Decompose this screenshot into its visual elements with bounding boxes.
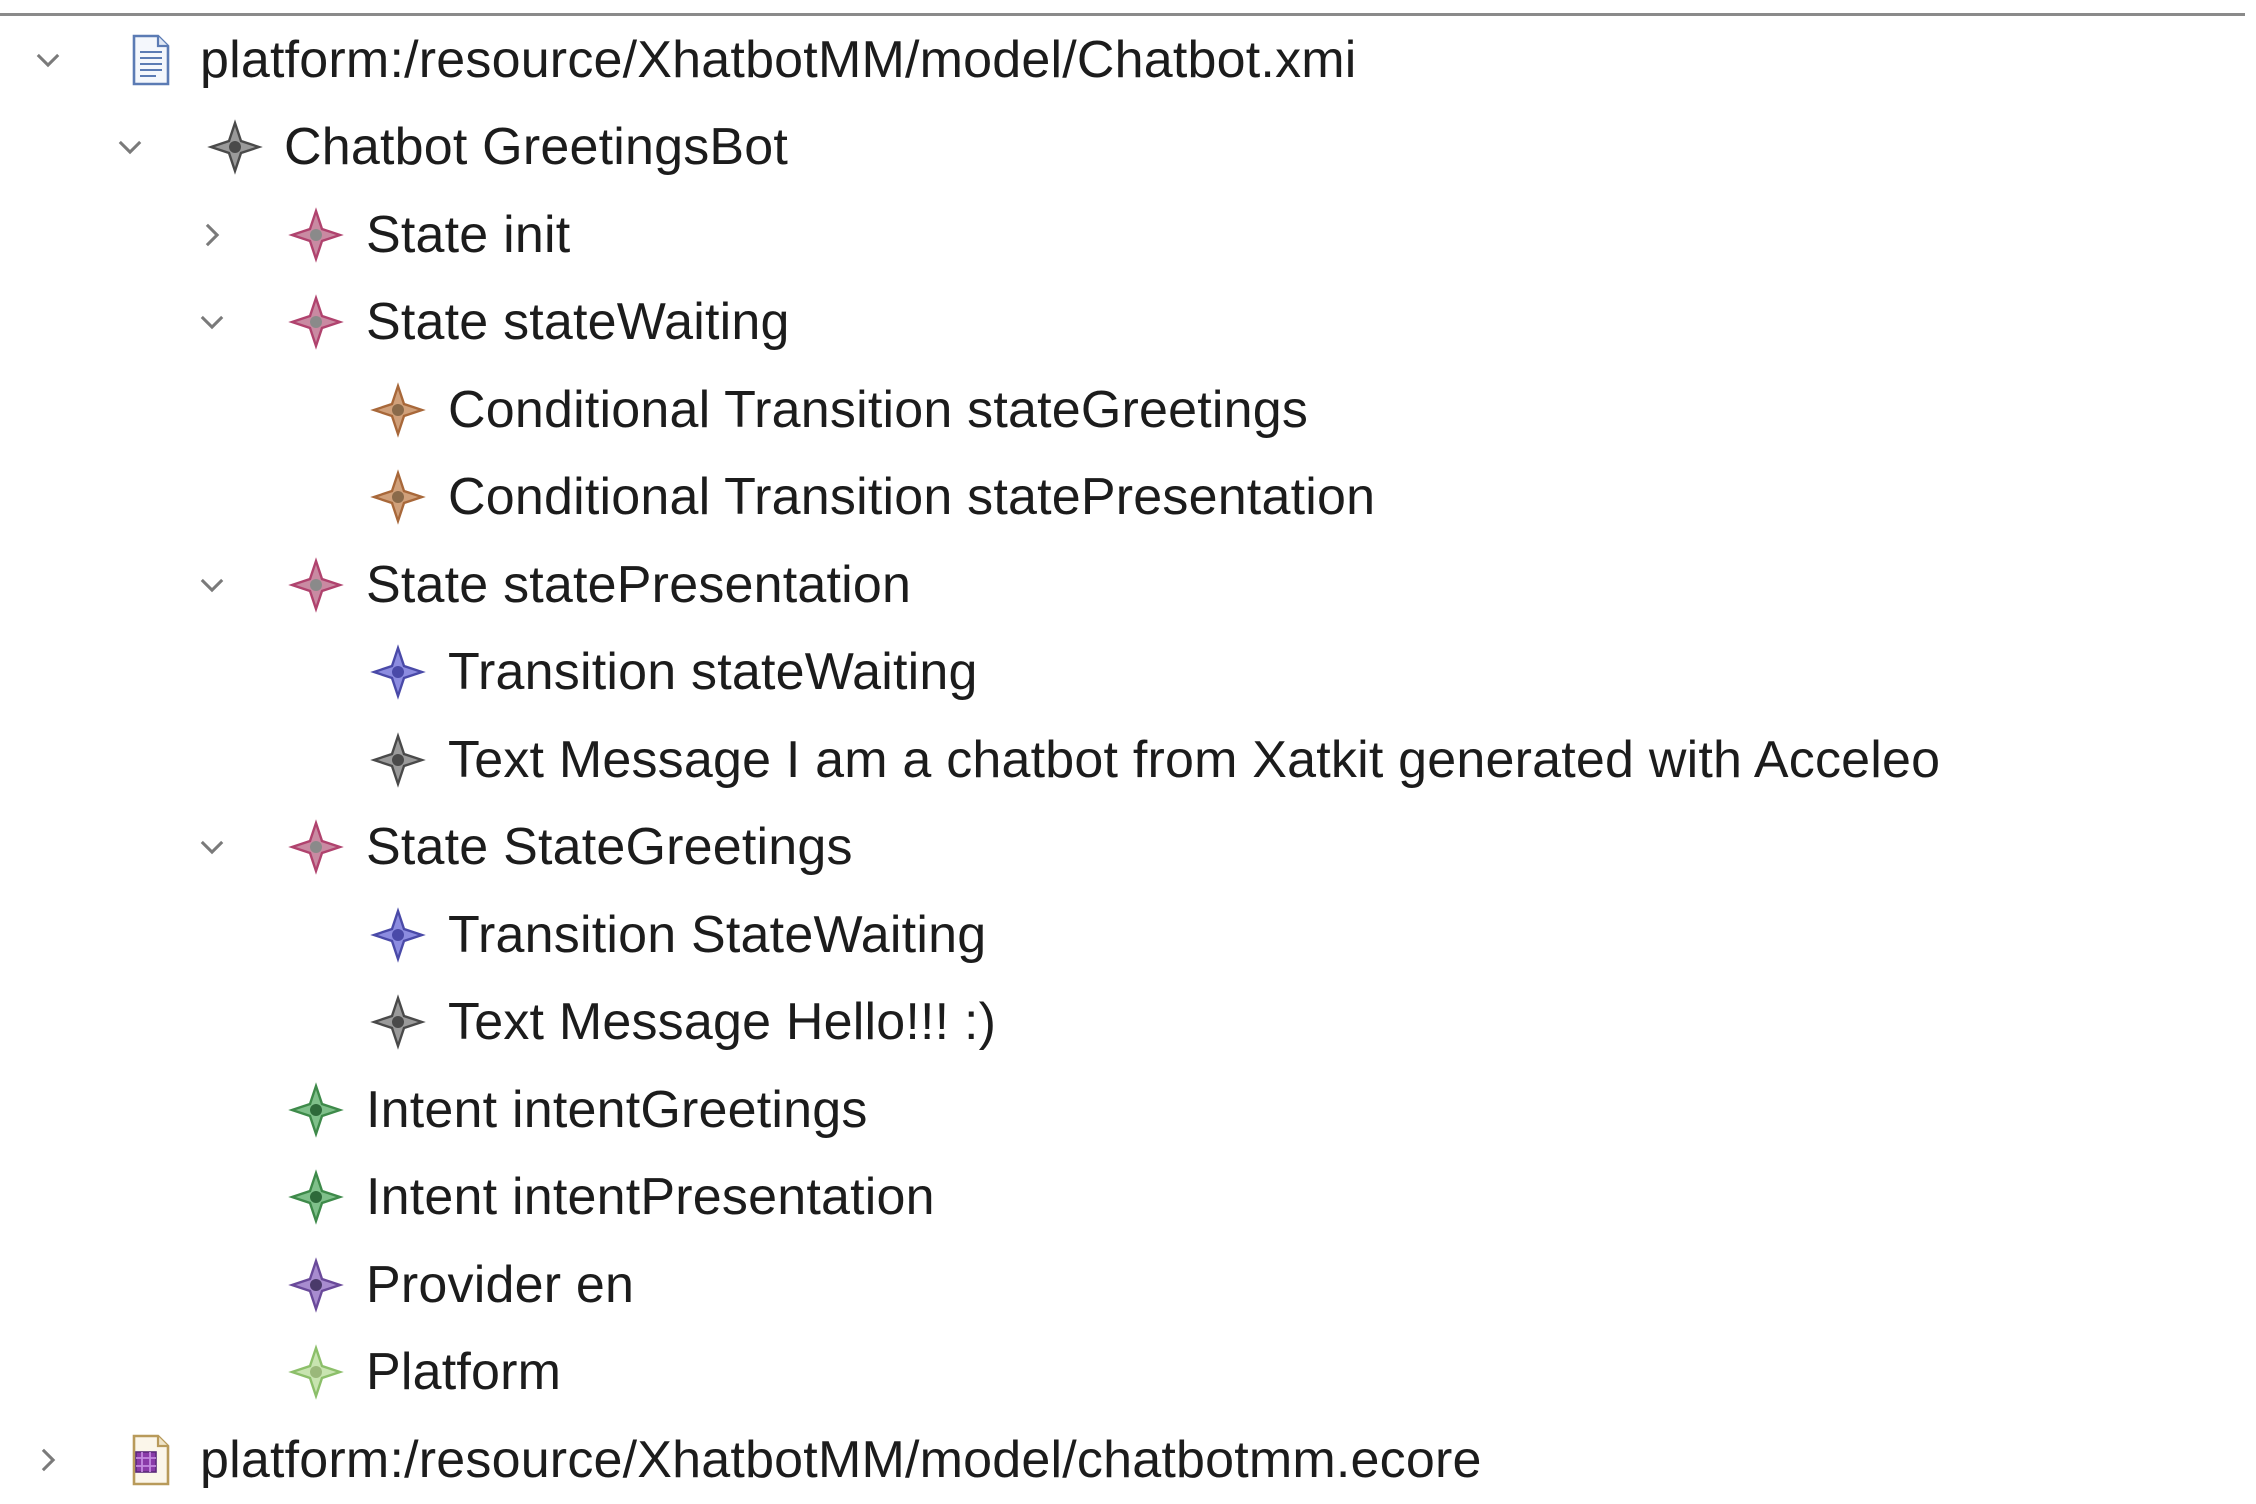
tree-item-label: Conditional Transition statePresentation <box>448 468 1376 527</box>
tree-item-label: Intent intentPresentation <box>366 1168 935 1227</box>
state-node-icon <box>286 292 346 352</box>
chevron-down-icon[interactable] <box>192 302 232 342</box>
transition-icon <box>368 642 428 702</box>
tree-item-label: State StateGreetings <box>366 818 853 877</box>
intent-icon <box>286 1167 346 1227</box>
tree-item-label: State stateWaiting <box>366 293 790 352</box>
chevron-right-icon[interactable] <box>28 1440 68 1480</box>
chevron-right-icon[interactable] <box>192 215 232 255</box>
provider-icon <box>286 1255 346 1315</box>
transition-icon <box>368 905 428 965</box>
tree-row-intent-intentgreetings[interactable]: Intent intentGreetings <box>0 1066 2256 1154</box>
tree-item-label: Chatbot GreetingsBot <box>284 118 789 177</box>
state-node-icon <box>286 817 346 877</box>
tree-item-label: State statePresentation <box>366 555 912 614</box>
ecore-file-icon <box>120 1430 180 1490</box>
conditional-transition-icon <box>368 380 428 440</box>
chevron-down-icon[interactable] <box>28 40 68 80</box>
tree-item-label: Text Message I am a chatbot from Xatkit … <box>448 730 1941 789</box>
tree-row-state-stategreetings[interactable]: State StateGreetings <box>0 804 2256 892</box>
tree-item-label: Transition StateWaiting <box>448 905 987 964</box>
tree-item-label: Text Message Hello!!! :) <box>448 993 997 1052</box>
text-message-icon <box>368 730 428 790</box>
intent-icon <box>286 1080 346 1140</box>
chatbot-node-icon <box>205 117 265 177</box>
tree-row-chatbot-xmi-resource[interactable]: platform:/resource/XhatbotMM/model/Chatb… <box>0 16 2256 104</box>
tree-row-text-message-hello[interactable]: Text Message Hello!!! :) <box>0 979 2256 1067</box>
tree-row-transition-statewaiting-2[interactable]: Transition StateWaiting <box>0 891 2256 979</box>
tree-item-label: Transition stateWaiting <box>448 643 978 702</box>
chevron-down-icon[interactable] <box>192 565 232 605</box>
state-node-icon <box>286 555 346 615</box>
tree-row-state-statewaiting[interactable]: State stateWaiting <box>0 279 2256 367</box>
state-node-icon <box>286 205 346 265</box>
tree-row-intent-intentpresentation[interactable]: Intent intentPresentation <box>0 1154 2256 1242</box>
tree-row-conditional-transition-stategreetings[interactable]: Conditional Transition stateGreetings <box>0 366 2256 454</box>
tree-item-label: Platform <box>366 1343 562 1402</box>
tree-item-label: platform:/resource/XhatbotMM/model/chatb… <box>200 1430 1482 1489</box>
tree-item-label: platform:/resource/XhatbotMM/model/Chatb… <box>200 30 1357 89</box>
tree-row-state-statepresentation[interactable]: State statePresentation <box>0 541 2256 629</box>
tree-row-text-message-intro[interactable]: Text Message I am a chatbot from Xatkit … <box>0 716 2256 804</box>
tree-row-chatbot[interactable]: Chatbot GreetingsBot <box>0 104 2256 192</box>
resource-tree[interactable]: platform:/resource/XhatbotMM/model/Chatb… <box>0 16 2256 1504</box>
chevron-down-icon[interactable] <box>192 827 232 867</box>
text-message-icon <box>368 992 428 1052</box>
tree-row-transition-statewaiting[interactable]: Transition stateWaiting <box>0 629 2256 717</box>
platform-icon <box>286 1342 346 1402</box>
tree-row-chatbotmm-ecore-resource[interactable]: platform:/resource/XhatbotMM/model/chatb… <box>0 1416 2256 1504</box>
xmi-file-icon <box>120 30 180 90</box>
tree-row-conditional-transition-statepresentation[interactable]: Conditional Transition statePresentation <box>0 454 2256 542</box>
tree-row-platform[interactable]: Platform <box>0 1329 2256 1417</box>
tree-item-label: State init <box>366 205 571 264</box>
tree-item-label: Conditional Transition stateGreetings <box>448 380 1309 439</box>
tree-row-state-init[interactable]: State init <box>0 191 2256 279</box>
tree-item-label: Provider en <box>366 1255 635 1314</box>
tree-item-label: Intent intentGreetings <box>366 1080 868 1139</box>
tree-row-provider-en[interactable]: Provider en <box>0 1241 2256 1329</box>
chevron-down-icon[interactable] <box>110 127 150 167</box>
conditional-transition-icon <box>368 467 428 527</box>
